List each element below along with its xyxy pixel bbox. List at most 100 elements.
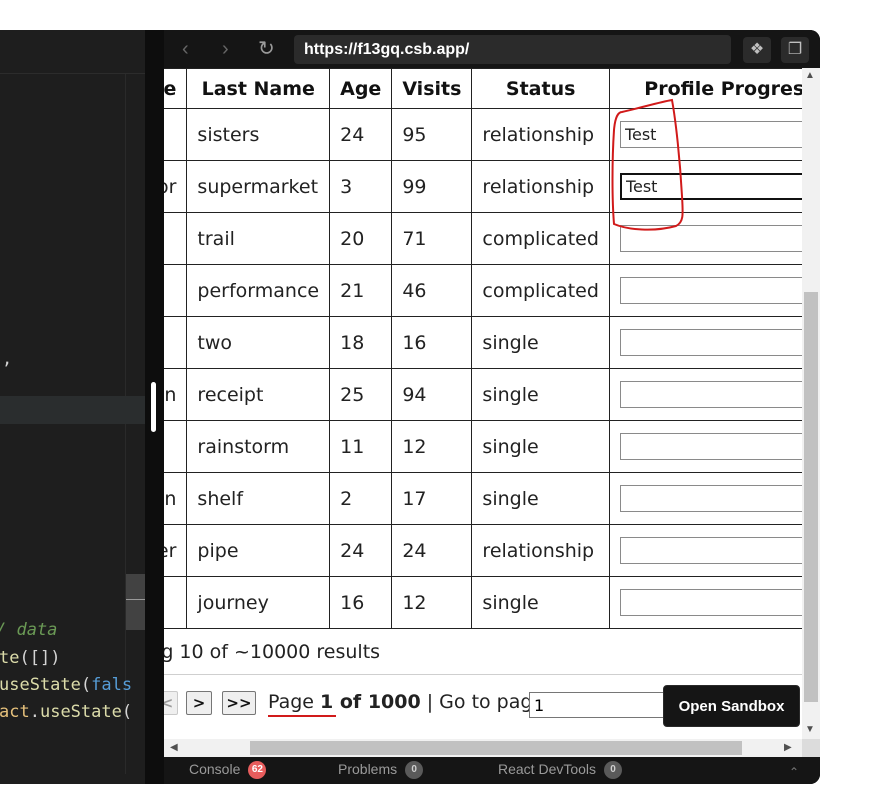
results-divider xyxy=(164,674,802,675)
code-comma: , xyxy=(2,349,13,369)
profile-progress-input[interactable] xyxy=(619,485,802,512)
profile-progress-input-focused[interactable] xyxy=(619,173,802,200)
profile-progress-input[interactable] xyxy=(619,433,802,460)
scroll-down-icon[interactable]: ▼ xyxy=(805,724,815,735)
cell-progress xyxy=(608,420,802,473)
cell-status: single xyxy=(471,420,610,473)
cell-visits: 71 xyxy=(391,212,473,265)
tab-react-devtools[interactable]: React DevTools 0 xyxy=(498,761,623,780)
cell-last-name: performance xyxy=(186,264,331,317)
cell-status: single xyxy=(471,472,610,525)
cell-status: relationship xyxy=(471,108,610,161)
page-indicator: Page 1 of 1000 | Go to page: xyxy=(268,691,551,713)
tab-react-devtools-label: React DevTools xyxy=(498,761,597,777)
cell-progress xyxy=(608,576,802,629)
code-paren: ( xyxy=(121,702,133,722)
cell-visits: 17 xyxy=(391,472,473,525)
cell-first-name xyxy=(164,420,188,473)
profile-progress-input[interactable] xyxy=(619,381,802,408)
cell-status: single xyxy=(471,576,610,629)
table-row: sisters 24 95 relationship xyxy=(164,108,802,161)
cell-progress xyxy=(608,368,802,421)
horizontal-scrollbar-thumb[interactable] xyxy=(250,741,742,755)
header-profile-progress[interactable]: Profile Progress xyxy=(608,68,802,109)
profile-progress-input[interactable] xyxy=(619,121,802,148)
code-fn: useState xyxy=(0,675,81,695)
previous-page-button[interactable]: < xyxy=(164,691,178,715)
cell-last-name: sisters xyxy=(186,108,331,161)
chevron-left-icon[interactable]: ‹ xyxy=(182,38,189,60)
chevron-right-icon[interactable]: › xyxy=(222,38,229,60)
cell-last-name: supermarket xyxy=(186,160,331,213)
url-bar[interactable]: https://f13gq.csb.app/ xyxy=(294,35,731,64)
cell-last-name: pipe xyxy=(186,524,331,577)
go-to-page-input[interactable] xyxy=(529,692,669,718)
codesandbox-window: , / data te([]) useState(fals act.useSta… xyxy=(0,30,820,784)
editor-indent-guide xyxy=(125,74,126,774)
profile-progress-input[interactable] xyxy=(619,589,802,616)
screenshot-root: , / data te([]) useState(fals act.useSta… xyxy=(0,0,895,787)
code-line-usestate-false: useState(fals xyxy=(0,674,132,696)
vertical-scrollbar-thumb[interactable] xyxy=(804,292,818,702)
cell-age: 2 xyxy=(329,472,393,525)
profile-progress-input[interactable] xyxy=(619,329,802,356)
editor-minimap-line xyxy=(126,599,145,600)
tab-problems[interactable]: Problems 0 xyxy=(338,761,424,780)
open-in-new-window-icon[interactable]: ❐ xyxy=(781,37,809,63)
code-line-react-usestate: act.useState( xyxy=(0,701,132,723)
profile-progress-input[interactable] xyxy=(619,277,802,304)
cell-first-name: ber xyxy=(164,524,188,577)
cell-last-name: trail xyxy=(186,212,331,265)
refresh-icon[interactable]: ↻ xyxy=(258,38,275,60)
tab-console[interactable]: Console 62 xyxy=(189,761,267,780)
table-row: performance 21 46 complicated xyxy=(164,264,802,317)
cell-age: 16 xyxy=(329,576,393,629)
horizontal-scrollbar[interactable]: ◀ ▶ xyxy=(164,739,802,757)
cell-visits: 95 xyxy=(391,108,473,161)
codesandbox-logo-icon[interactable]: ❖ xyxy=(743,37,771,63)
cell-first-name: nation xyxy=(164,368,188,421)
preview-toolbar: ‹ › ↻ https://f13gq.csb.app/ ❖ ❐ xyxy=(164,30,820,68)
code-fn: te xyxy=(0,648,20,668)
results-summary: ing 10 of ~10000 results xyxy=(164,641,381,663)
vertical-scrollbar[interactable]: ▲ ▼ xyxy=(802,68,820,739)
header-last-name[interactable]: Last Name xyxy=(186,68,331,109)
scroll-right-icon[interactable]: ▶ xyxy=(784,742,792,753)
cell-visits: 24 xyxy=(391,524,473,577)
last-page-button[interactable]: >> xyxy=(222,691,256,715)
header-visits[interactable]: Visits xyxy=(391,68,473,109)
cell-visits: 46 xyxy=(391,264,473,317)
cell-visits: 12 xyxy=(391,576,473,629)
code-fn: useState xyxy=(39,702,122,722)
scroll-left-icon[interactable]: ◀ xyxy=(170,742,178,753)
header-age[interactable]: Age xyxy=(329,68,393,109)
cell-last-name: two xyxy=(186,316,331,369)
code-editor[interactable]: , / data te([]) useState(fals act.useSta… xyxy=(0,30,145,784)
cell-visits: 94 xyxy=(391,368,473,421)
table-row: journey 16 12 single xyxy=(164,576,802,629)
header-status[interactable]: Status xyxy=(471,68,610,109)
chevron-up-icon[interactable]: ⌃ xyxy=(789,765,799,779)
console-count-badge: 62 xyxy=(248,761,267,780)
page-label: Page xyxy=(268,691,321,713)
code-keyword: fals xyxy=(91,675,133,695)
scrollbar-corner xyxy=(802,739,820,757)
code-args-open: ( xyxy=(80,675,92,695)
open-sandbox-button[interactable]: Open Sandbox xyxy=(663,685,800,727)
scroll-up-icon[interactable]: ▲ xyxy=(805,70,815,81)
cell-first-name xyxy=(164,316,188,369)
profile-progress-input[interactable] xyxy=(619,537,802,564)
cell-first-name xyxy=(164,212,188,265)
next-page-button[interactable]: > xyxy=(186,691,212,715)
cell-status: relationship xyxy=(471,160,610,213)
code-object: act xyxy=(0,702,30,722)
editor-minimap-slider[interactable] xyxy=(126,574,145,630)
cell-age: 18 xyxy=(329,316,393,369)
cell-visits: 16 xyxy=(391,316,473,369)
profile-progress-input[interactable] xyxy=(619,225,802,252)
problems-count-badge: 0 xyxy=(405,761,424,780)
tab-console-label: Console xyxy=(189,761,241,777)
cell-progress xyxy=(608,212,802,265)
header-first-name[interactable]: Name xyxy=(164,68,188,109)
pane-resize-handle[interactable] xyxy=(151,382,156,432)
